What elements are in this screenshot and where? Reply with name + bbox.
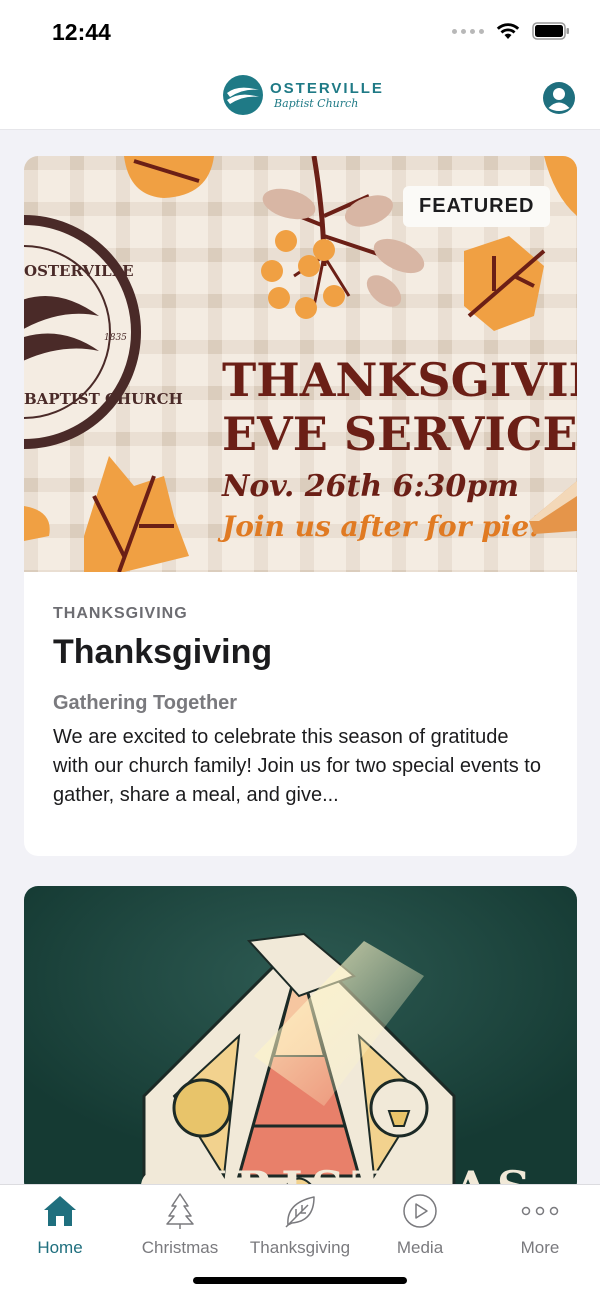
logo-subtitle: Baptist Church <box>274 97 359 110</box>
more-dots-icon <box>521 1206 559 1216</box>
featured-badge: FEATURED <box>403 186 551 227</box>
card-subtitle: Gathering Together <box>53 692 238 714</box>
profile-button[interactable] <box>542 81 576 115</box>
tab-label: Home <box>37 1238 83 1257</box>
banner-date: Nov. 26th 6:30pm <box>221 469 519 504</box>
card-category: THANKSGIVING <box>53 605 188 622</box>
home-icon <box>44 1196 76 1226</box>
tab-christmas[interactable]: Christmas <box>120 1191 240 1258</box>
christmas-card[interactable]: CHRISTMAS <box>24 886 577 1196</box>
banner-headline-line2: EVE SERVICE <box>222 407 577 461</box>
featured-card[interactable]: OSTERVILLE BAPTIST CHURCH 1835 THANKSGIV… <box>24 156 577 856</box>
status-time: 12:44 <box>52 19 111 45</box>
wifi-icon <box>496 23 520 39</box>
thanksgiving-banner: OSTERVILLE BAPTIST CHURCH 1835 THANKSGIV… <box>24 156 577 572</box>
tab-label: Media <box>396 1238 444 1257</box>
tree-icon <box>166 1193 194 1229</box>
home-indicator[interactable] <box>193 1277 407 1284</box>
church-logo-icon <box>223 75 263 115</box>
tab-label: Christmas <box>141 1238 219 1257</box>
card-description: We are excited to celebrate this season … <box>53 726 541 806</box>
tab-label: More <box>520 1238 560 1257</box>
play-circle-icon <box>403 1194 437 1228</box>
banner-tagline: Join us after for pie! <box>217 510 542 543</box>
tab-home[interactable]: Home <box>0 1191 120 1258</box>
battery-icon <box>532 22 569 40</box>
profile-icon <box>543 82 575 114</box>
tab-label: Thanksgiving <box>249 1238 351 1257</box>
seal-bottom-text: BAPTIST CHURCH <box>24 390 183 408</box>
logo-name: OSTERVILLE <box>270 80 384 97</box>
status-bar: 12:44 <box>0 0 600 66</box>
tab-media[interactable]: Media <box>360 1191 480 1258</box>
cellular-signal-icon <box>452 28 484 34</box>
christmas-banner-art: CHRISTMAS <box>24 886 577 1196</box>
seal-top-text: OSTERVILLE <box>24 262 134 280</box>
church-logo[interactable]: OSTERVILLE Baptist Church <box>222 74 384 116</box>
app-header: OSTERVILLE Baptist Church <box>0 66 600 130</box>
card-title: Thanksgiving <box>53 633 273 671</box>
seal-year-text: 1835 <box>104 333 127 343</box>
status-icons <box>452 22 570 40</box>
leaf-icon <box>285 1196 315 1228</box>
card-body: THANKSGIVING Thanksgiving Gathering Toge… <box>24 572 577 810</box>
tab-thanksgiving[interactable]: Thanksgiving <box>240 1191 360 1258</box>
tab-more[interactable]: More <box>480 1191 600 1258</box>
banner-headline-line1: THANKSGIVING <box>222 353 577 407</box>
